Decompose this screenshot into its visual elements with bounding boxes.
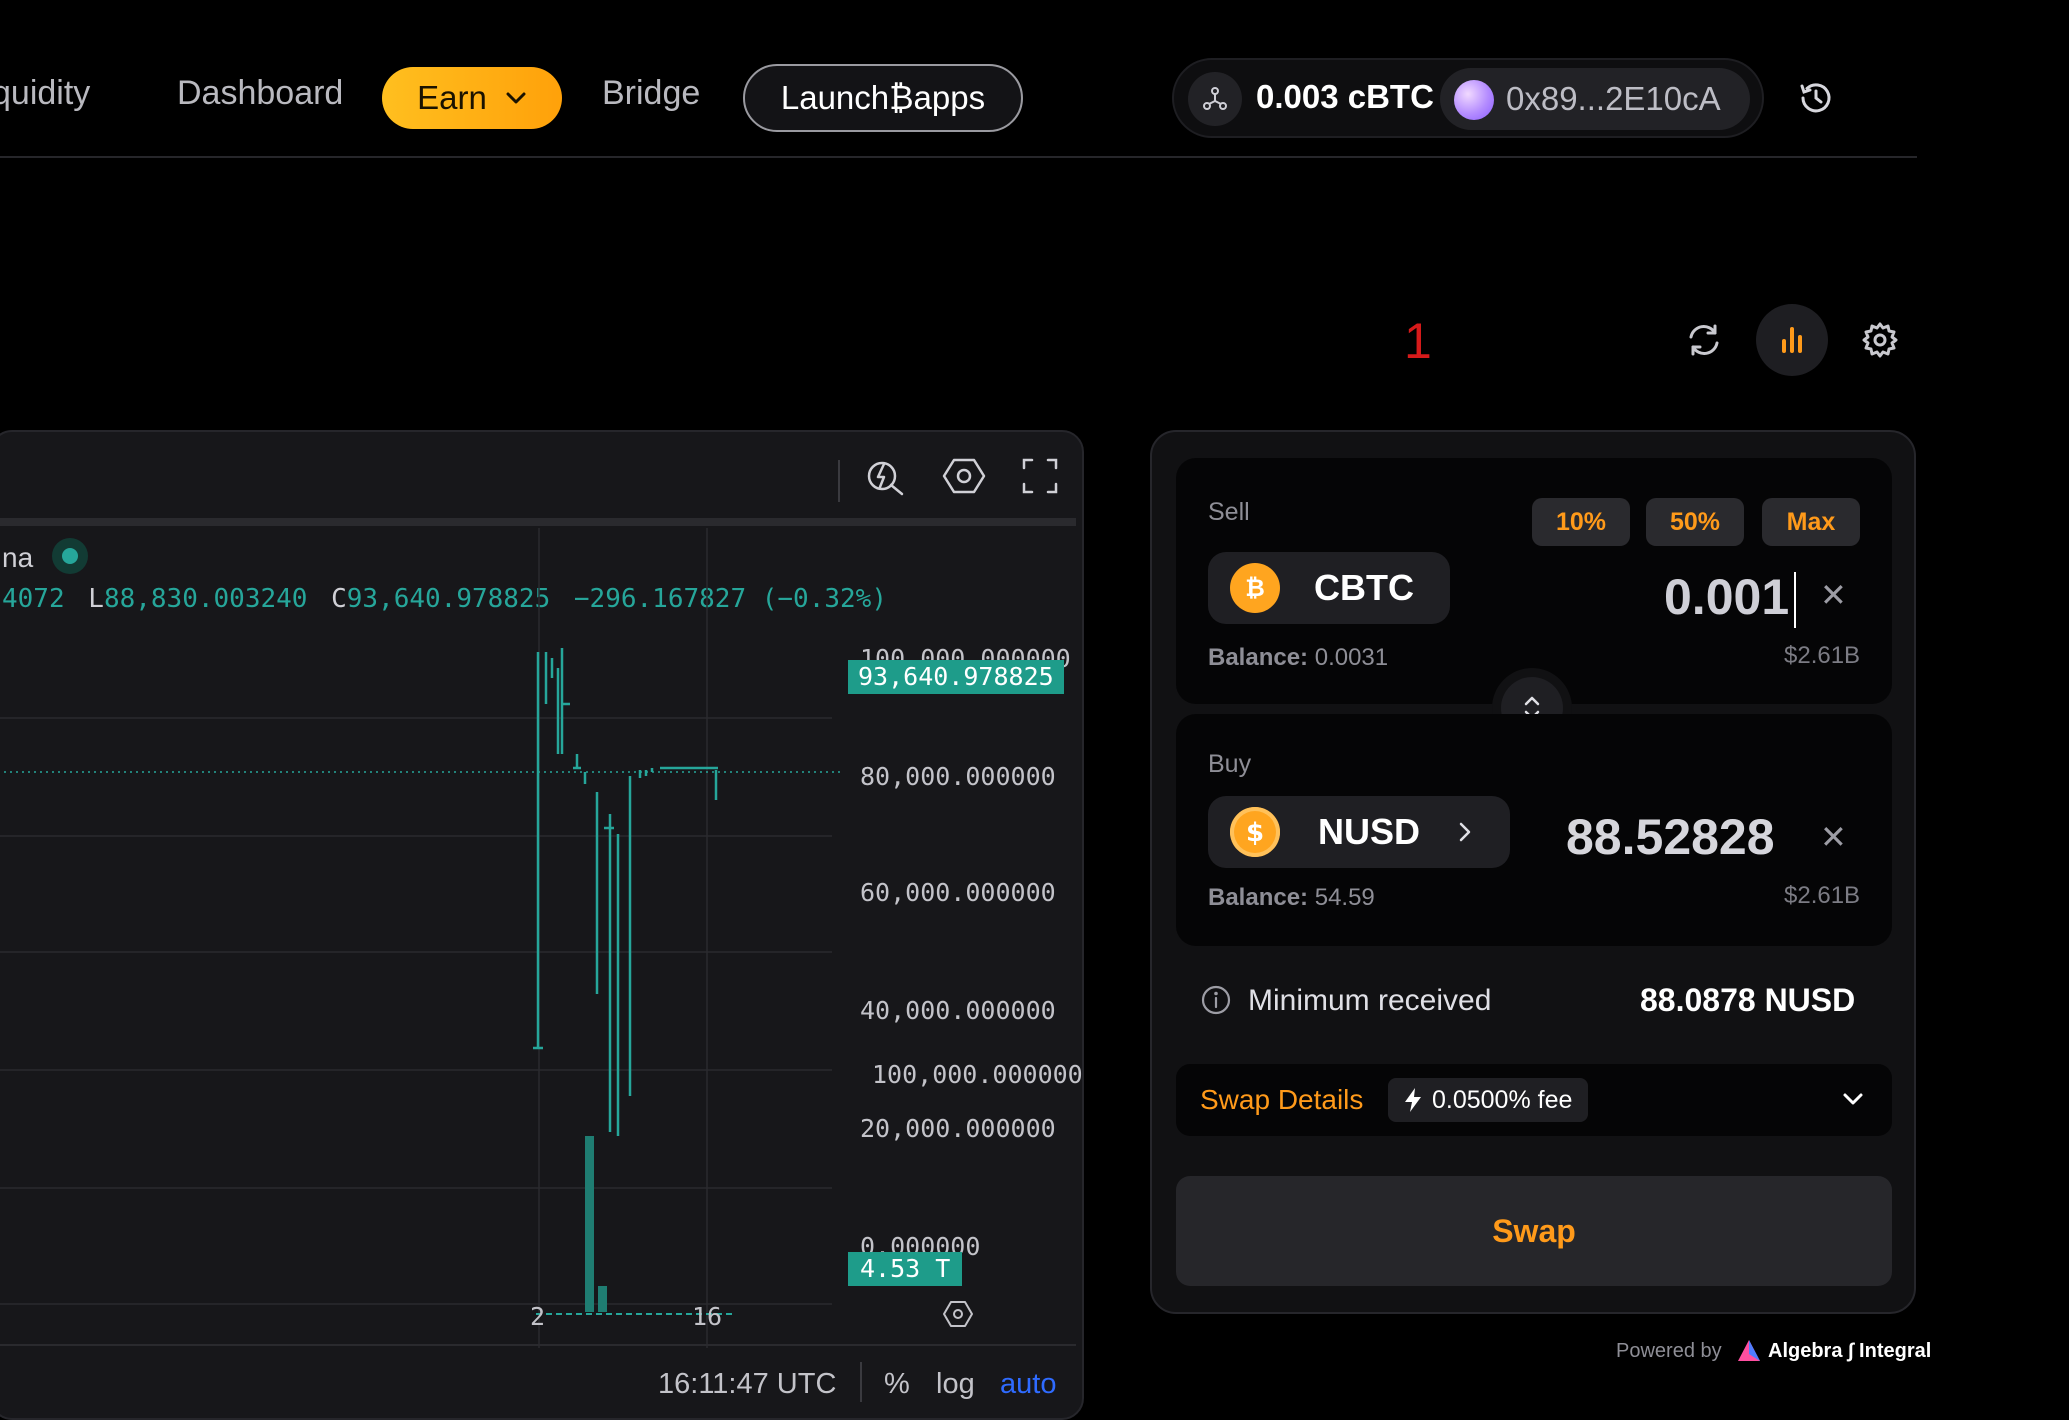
sell-balance-value: 0.0031 bbox=[1314, 644, 1389, 671]
avatar bbox=[1454, 80, 1494, 120]
y-tick-80000: 80,000.000000 bbox=[860, 762, 1056, 791]
toolbar-separator bbox=[838, 460, 840, 502]
max-button[interactable]: Max bbox=[1762, 498, 1860, 546]
auto-toggle[interactable]: auto bbox=[1000, 1368, 1056, 1401]
svg-text:₿: ₿ bbox=[1245, 574, 1265, 602]
history-icon[interactable] bbox=[1780, 62, 1852, 134]
indicators-icon[interactable] bbox=[864, 454, 908, 503]
swap-details-label: Swap Details bbox=[1200, 1084, 1364, 1115]
account-button[interactable]: 0x89...2E10cA bbox=[1440, 68, 1750, 130]
algebra-logo-icon bbox=[1736, 1338, 1762, 1369]
pct-10-button[interactable]: 10% bbox=[1532, 498, 1630, 546]
header-divider bbox=[0, 156, 1917, 158]
volume-tag: 4.53 T bbox=[848, 1252, 963, 1286]
buy-clear-icon[interactable]: ✕ bbox=[1820, 818, 1847, 856]
earn-button[interactable]: Earn bbox=[382, 67, 562, 129]
buy-usd-value: $2.61B bbox=[1784, 882, 1861, 909]
chart-toggle-icon[interactable] bbox=[1756, 304, 1828, 376]
fee-text: 0.0500% fee bbox=[1432, 1085, 1573, 1114]
lightning-icon bbox=[1405, 1088, 1421, 1112]
sell-amount-input[interactable]: 0.001 bbox=[1664, 568, 1789, 626]
settings-icon[interactable] bbox=[1844, 304, 1916, 376]
swap-panel: Sell 10% 50% Max ₿ CBTC 0.001 ✕ Balance:… bbox=[1150, 430, 1916, 1314]
buy-balance-label: Balance: bbox=[1208, 884, 1309, 911]
annotation-1: 1 bbox=[1404, 313, 1432, 369]
info-icon[interactable] bbox=[1200, 984, 1232, 1021]
swap-details-toggle[interactable]: Swap Details 0.0500% fee bbox=[1176, 1064, 1892, 1136]
swap-button[interactable]: Swap bbox=[1176, 1176, 1892, 1286]
x-tick-2: 2 bbox=[530, 1302, 546, 1331]
buy-card: Buy $ NUSD 88.52828 ✕ Balance: 54.59 $2.… bbox=[1176, 714, 1892, 946]
x-tick-16: 16 bbox=[692, 1302, 723, 1331]
percent-toggle[interactable]: % bbox=[884, 1368, 910, 1401]
algebra-brand[interactable]: Algebra ∫ Integral bbox=[1768, 1340, 1931, 1363]
nav-bridge[interactable]: Bridge bbox=[602, 74, 700, 113]
log-toggle[interactable]: log bbox=[936, 1368, 975, 1401]
chart-time: 16:11:47 UTC bbox=[658, 1368, 837, 1400]
sell-label: Sell bbox=[1208, 498, 1250, 526]
fullscreen-icon[interactable] bbox=[1020, 456, 1060, 501]
buy-balance[interactable]: Balance: 54.59 bbox=[1208, 884, 1375, 912]
chevron-right-icon bbox=[1459, 822, 1471, 842]
wallet-pill[interactable]: 0.003 cBTC 0x89...2E10cA bbox=[1172, 58, 1764, 138]
network-icon[interactable] bbox=[1188, 72, 1242, 126]
axis-settings-icon[interactable] bbox=[942, 1298, 974, 1335]
buy-amount-output[interactable]: 88.52828 bbox=[1566, 808, 1775, 866]
btc-coin-icon: ₿ bbox=[1230, 563, 1280, 613]
sell-balance-label: Balance: bbox=[1208, 644, 1309, 671]
sell-token-selector[interactable]: ₿ CBTC bbox=[1208, 552, 1450, 624]
y-tick-100000: 100,000.000000 bbox=[872, 1060, 1083, 1089]
dollar-coin-icon: $ bbox=[1230, 807, 1280, 857]
sell-clear-icon[interactable]: ✕ bbox=[1820, 576, 1847, 614]
refresh-icon[interactable] bbox=[1668, 304, 1740, 376]
fee-badge: 0.0500% fee bbox=[1388, 1078, 1589, 1122]
sell-balance[interactable]: Balance: 0.0031 bbox=[1208, 644, 1388, 672]
min-received-value: 88.0878 NUSD bbox=[1640, 982, 1856, 1018]
chart-settings-icon[interactable] bbox=[942, 454, 986, 503]
last-price-tag: 93,640.978825 bbox=[848, 660, 1064, 694]
buy-label: Buy bbox=[1208, 750, 1252, 778]
text-cursor bbox=[1794, 572, 1796, 628]
nav-liquidity[interactable]: quidity bbox=[0, 74, 90, 113]
chevron-down-icon bbox=[1843, 1093, 1863, 1105]
y-tick-20000: 20,000.000000 bbox=[860, 1114, 1056, 1143]
buy-balance-value: 54.59 bbox=[1314, 884, 1375, 911]
sell-token-name: CBTC bbox=[1314, 567, 1414, 608]
min-received-label: Minimum received bbox=[1248, 984, 1492, 1017]
y-tick-40000: 40,000.000000 bbox=[860, 996, 1056, 1025]
svg-text:$: $ bbox=[1246, 818, 1264, 847]
chart-toolbar-border bbox=[0, 518, 1076, 526]
wallet-address: 0x89...2E10cA bbox=[1506, 80, 1721, 117]
powered-by-label: Powered by bbox=[1616, 1340, 1722, 1362]
buy-token-name: NUSD bbox=[1318, 811, 1421, 852]
sell-usd-value: $2.61B bbox=[1784, 642, 1861, 669]
y-tick-60000: 60,000.000000 bbox=[860, 878, 1056, 907]
buy-token-selector[interactable]: $ NUSD bbox=[1208, 796, 1510, 868]
pct-50-button[interactable]: 50% bbox=[1646, 498, 1744, 546]
earn-label: Earn bbox=[417, 79, 487, 116]
price-chart-panel[interactable]: na 4072 L88,830.003240 C93,640.978825 −2… bbox=[0, 430, 1084, 1420]
chart-bottom-border bbox=[0, 1344, 1076, 1346]
bottom-separator bbox=[860, 1362, 862, 1402]
chevron-down-icon bbox=[506, 92, 526, 104]
cbtc-balance: 0.003 cBTC bbox=[1256, 78, 1434, 115]
launch-bapps-button[interactable]: Launch₿apps bbox=[743, 64, 1023, 132]
nav-dashboard[interactable]: Dashboard bbox=[177, 74, 343, 113]
